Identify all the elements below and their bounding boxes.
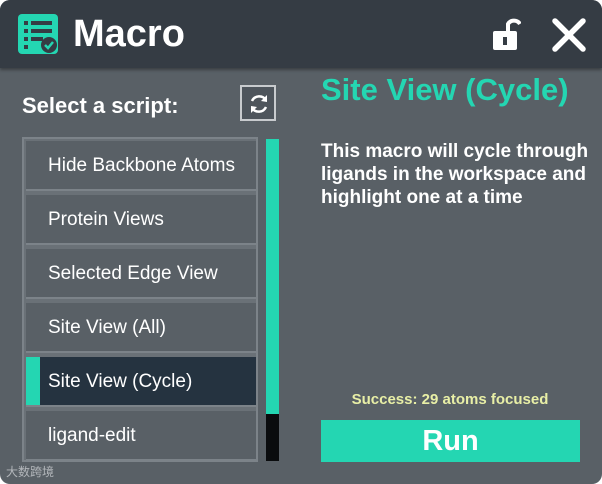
script-item-site-view-all[interactable]: Site View (All) — [26, 303, 256, 353]
macro-description: This macro will cycle through ligands in… — [321, 141, 589, 208]
watermark: 大数跨境 — [6, 465, 55, 479]
script-item-label: Site View (All) — [48, 317, 166, 338]
run-button[interactable]: Run — [321, 420, 580, 462]
script-item-label: Hide Backbone Atoms — [48, 155, 235, 176]
script-item-hide-backbone-atoms[interactable]: Hide Backbone Atoms — [26, 141, 256, 191]
script-item-protein-views[interactable]: Protein Views — [26, 195, 256, 245]
refresh-icon — [250, 95, 268, 113]
script-list: Hide Backbone Atoms Protein Views Select… — [22, 137, 258, 462]
close-icon[interactable] — [551, 17, 587, 53]
status-message: Success: 29 atoms focused — [351, 391, 549, 408]
selected-indicator — [26, 357, 40, 405]
title-bar: Macro — [0, 0, 602, 68]
select-script-label: Select a script: — [22, 93, 179, 118]
window-title: Macro — [73, 13, 185, 55]
script-item-label: Protein Views — [48, 209, 164, 230]
run-button-label: Run — [422, 425, 479, 457]
script-item-label: Site View (Cycle) — [48, 371, 193, 392]
macro-title: Site View (Cycle) — [321, 72, 569, 107]
script-item-site-view-cycle[interactable]: Site View (Cycle) — [26, 357, 256, 407]
script-list-check-icon — [18, 14, 58, 54]
unlock-icon[interactable] — [491, 15, 521, 51]
scrollbar-thumb[interactable] — [266, 139, 279, 414]
script-item-selected-edge-view[interactable]: Selected Edge View — [26, 249, 256, 299]
script-item-ligand-edit[interactable]: ligand-edit — [26, 411, 256, 460]
script-item-label: Selected Edge View — [48, 263, 218, 284]
refresh-button[interactable] — [240, 85, 276, 121]
macro-window: Macro Select a script: Hide Backbone Ato… — [0, 0, 602, 484]
script-item-label: ligand-edit — [48, 425, 136, 446]
